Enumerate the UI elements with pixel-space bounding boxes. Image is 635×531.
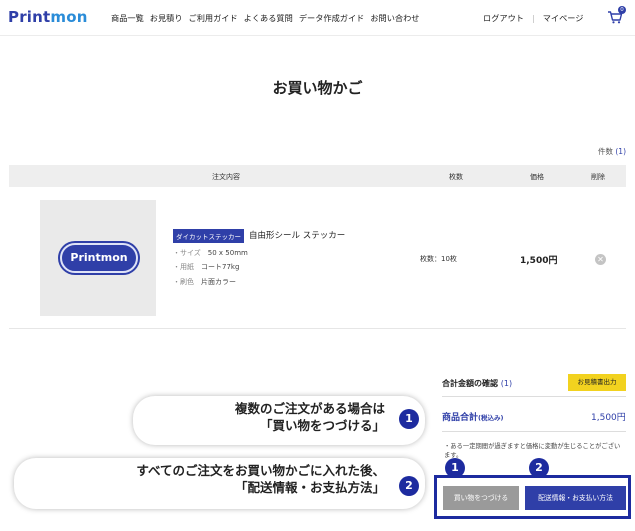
callout-number-1: 1 (399, 409, 419, 429)
nav-item-faq[interactable]: よくある質問 (244, 12, 293, 24)
sticker-preview: Printmon (60, 243, 138, 273)
step-number-2-marker: 2 (529, 458, 549, 478)
nav-item-estimate[interactable]: お見積り (150, 12, 183, 24)
quote-output-button[interactable]: お見積書出力 (568, 374, 626, 391)
nav-item-guide[interactable]: ご利用ガイド (189, 12, 238, 24)
product-name: 自由形シール ステッカー (249, 231, 346, 241)
summary-divider (442, 396, 626, 397)
site-header: Printmon 商品一覧 お見積り ご利用ガイド よくある質問 データ作成ガイ… (0, 0, 635, 36)
nav-item-products[interactable]: 商品一覧 (111, 12, 144, 24)
callout-1-line-2: 「買い物をつづける」 (259, 417, 385, 433)
page-title: お買い物かご (272, 79, 363, 97)
spec-paper: ・用紙 コート77kg (173, 263, 240, 271)
main-nav: 商品一覧 お見積り ご利用ガイド よくある質問 データ作成ガイド お問い合わせ (111, 12, 419, 24)
header-separator: | (531, 13, 535, 23)
delete-item-icon[interactable]: ✕ (595, 254, 606, 265)
header-price: 価格 (530, 173, 544, 181)
product-thumbnail: Printmon (40, 200, 156, 316)
cart-table-header: 注文内容 枚数 価格 削除 (9, 165, 626, 187)
item-quantity: 枚数：10枚 (420, 255, 457, 263)
price-notice: ・ある一定期間が過ぎますと価格に変動が生じることがございます。 (444, 443, 621, 459)
summary-title: 合計金額の確認 (1) (442, 379, 513, 388)
header-order-content: 注文内容 (212, 173, 240, 181)
site-logo[interactable]: Printmon (8, 8, 88, 26)
cart-item-row: Printmon ダイカットステッカー 自由形シール ステッカー ・サイズ 50… (9, 187, 626, 329)
checkout-button[interactable]: 配送情報・お支払い方法 (525, 486, 626, 510)
header-quantity: 枚数 (449, 173, 463, 181)
callout-2-line-1: すべてのご注文をお買い物かごに入れた後、 (136, 463, 385, 478)
callout-2-line-2: 「配送情報・お支払方法」 (234, 479, 385, 495)
product-type-badge: ダイカットステッカー (173, 229, 244, 243)
continue-shopping-button[interactable]: 買い物をつづける (443, 486, 519, 510)
callout-continue-shopping: 複数のご注文がある場合は 「買い物をつづける」 (133, 396, 425, 445)
logout-link[interactable]: ログアウト (483, 12, 524, 24)
spec-color: ・刷色 片面カラー (173, 278, 236, 286)
header-delete: 削除 (591, 173, 605, 181)
callout-checkout: すべてのご注文をお買い物かごに入れた後、 「配送情報・お支払方法」 (14, 458, 425, 509)
subtotal-label: 商品合計(税込み) (442, 413, 504, 423)
step-number-1-marker: 1 (445, 458, 465, 478)
header-account: ログアウト | マイページ (483, 12, 584, 24)
nav-item-contact[interactable]: お問い合わせ (370, 12, 419, 24)
subtotal-value: 1,500円 (591, 413, 626, 423)
mypage-link[interactable]: マイページ (543, 12, 584, 24)
spec-size: ・サイズ 50 x 50mm (173, 249, 248, 257)
summary-divider-2 (442, 431, 626, 432)
item-count: 件数 (1) (597, 147, 626, 156)
cart-count-badge: 0 (618, 6, 626, 14)
item-price: 1,500円 (520, 256, 558, 266)
callout-1-line-1: 複数のご注文がある場合は (234, 401, 385, 416)
callout-number-2: 2 (399, 476, 419, 496)
nav-item-data-guide[interactable]: データ作成ガイド (299, 12, 365, 24)
